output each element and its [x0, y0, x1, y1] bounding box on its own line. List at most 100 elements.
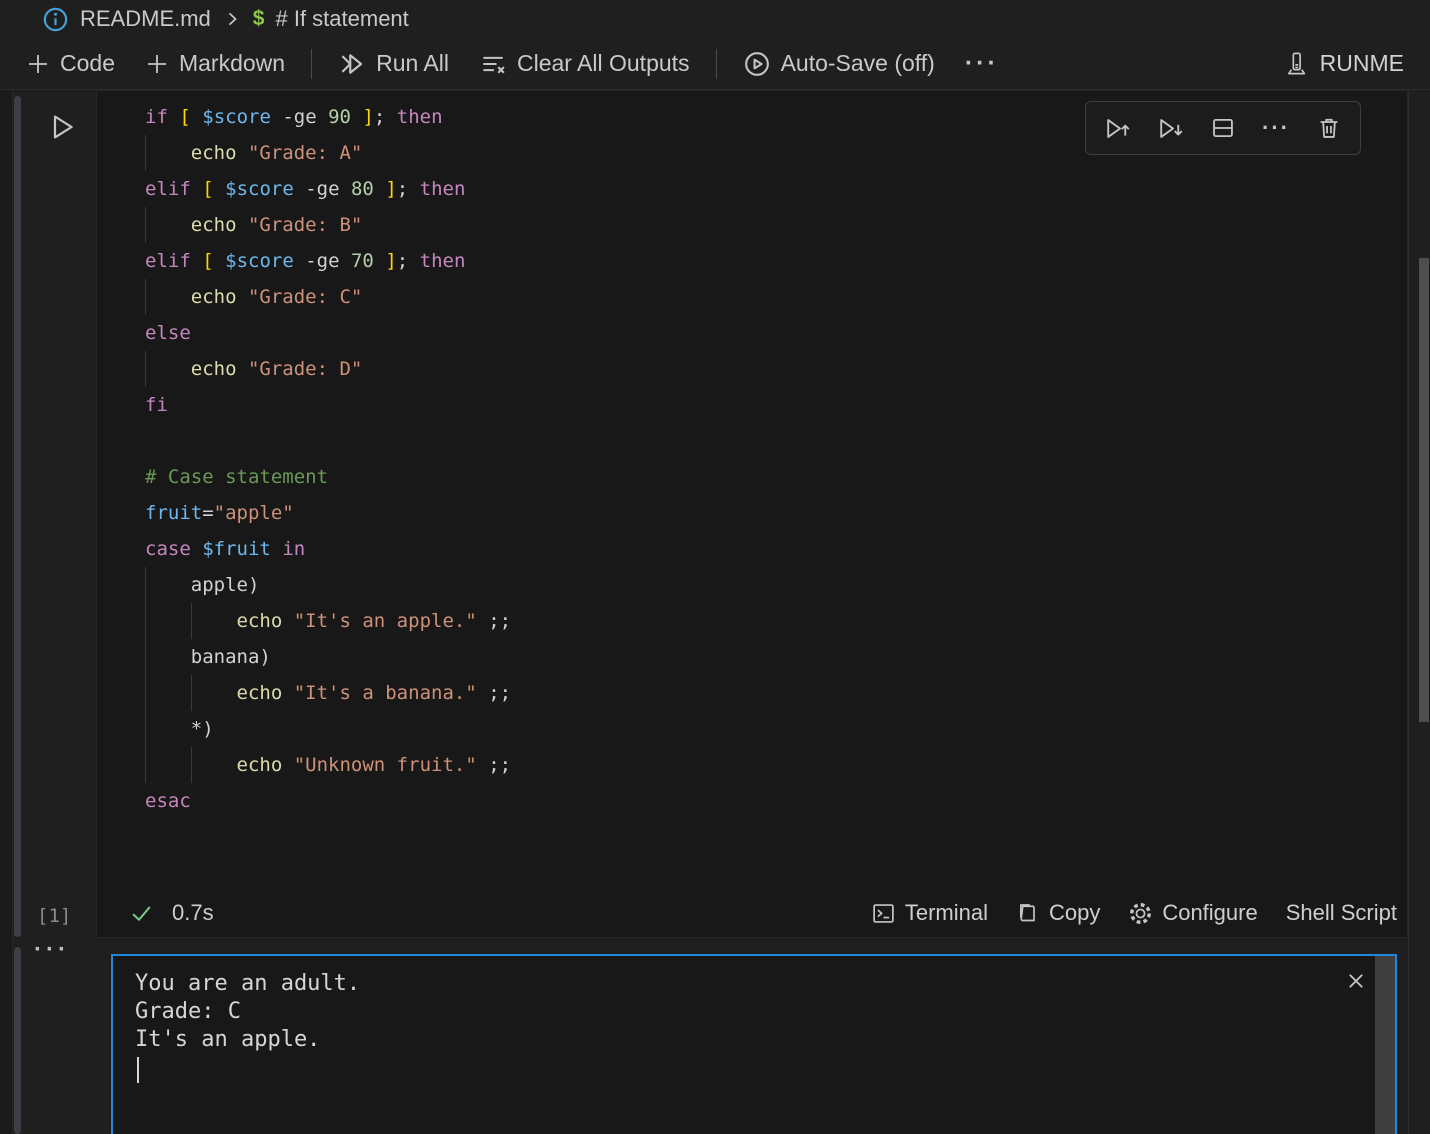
terminal-label: Terminal [905, 900, 988, 926]
execution-count: [1] [37, 896, 71, 936]
terminal-line: You are an adult. [135, 970, 1335, 998]
cell-toolbar: ··· [1085, 101, 1361, 155]
code-line: apple) [145, 567, 1407, 603]
cell-editor-frame: if [ $score -ge 90 ]; then echo "Grade: … [96, 90, 1408, 938]
terminal-lines: You are an adult.Grade: CIt's an apple. [135, 970, 1335, 1054]
code-line [145, 423, 1407, 459]
toolbar-more-button[interactable]: ··· [965, 49, 999, 78]
terminal-output[interactable]: You are an adult.Grade: CIt's an apple. [113, 956, 1395, 1083]
cell-focus-indicator[interactable] [14, 96, 21, 937]
notebook-window: README.md $ # If statement Code Markdown [0, 0, 1430, 1134]
code-line: echo "It's an apple." ;; [145, 603, 1407, 639]
copy-icon [1016, 901, 1040, 925]
indent-guide [145, 603, 146, 639]
toolbar-divider [311, 49, 312, 79]
output-focus-indicator[interactable] [14, 947, 21, 1134]
circle-play-icon [743, 50, 771, 78]
terminal-cursor [137, 1057, 139, 1083]
terminal-line: It's an apple. [135, 1026, 1335, 1054]
run-all-label: Run All [376, 50, 449, 77]
code-line: *) [145, 711, 1407, 747]
indent-guide [191, 603, 192, 639]
runme-button[interactable]: RUNME [1283, 50, 1404, 77]
auto-save-label: Auto-Save (off) [781, 50, 935, 77]
code-line: case $fruit in [145, 531, 1407, 567]
indent-guide [145, 135, 146, 171]
code-line: else [145, 315, 1407, 351]
code-line: # Case statement [145, 459, 1407, 495]
left-rail [0, 90, 13, 1134]
copy-button[interactable]: Copy [1016, 900, 1100, 926]
code-line: esac [145, 783, 1407, 819]
breadcrumb-cell-title[interactable]: # If statement [275, 6, 408, 32]
breadcrumb-file[interactable]: README.md [80, 6, 211, 32]
runme-logo-icon [1283, 50, 1310, 77]
configure-button[interactable]: Configure [1128, 900, 1257, 926]
duration-label: 0.7s [172, 900, 214, 926]
clear-all-outputs-label: Clear All Outputs [517, 50, 690, 77]
play-icon [46, 110, 78, 144]
output-scrollbar[interactable] [1375, 956, 1395, 1134]
language-picker[interactable]: Shell Script [1286, 900, 1397, 926]
code-line: banana) [145, 639, 1407, 675]
code-line: echo "It's a banana." ;; [145, 675, 1407, 711]
editor-edge-line [1408, 90, 1409, 1134]
configure-label: Configure [1162, 900, 1257, 926]
code-line: elif [ $score -ge 70 ]; then [145, 243, 1407, 279]
add-markdown-button[interactable]: Markdown [145, 50, 285, 77]
cell-status-bar: 0.7s Terminal [97, 889, 1407, 937]
code-line: fi [145, 387, 1407, 423]
terminal-icon [871, 901, 896, 926]
auto-save-toggle[interactable]: Auto-Save (off) [743, 50, 935, 78]
run-cell-button[interactable] [46, 110, 78, 149]
run-all-button[interactable]: Run All [338, 50, 449, 78]
language-label: Shell Script [1286, 900, 1397, 926]
run-below-button[interactable] [1157, 115, 1184, 142]
add-code-label: Code [60, 50, 115, 77]
cell-more-button[interactable]: ··· [1262, 115, 1290, 141]
indent-guide [145, 675, 146, 711]
indent-guide [191, 675, 192, 711]
breadcrumb[interactable]: README.md $ # If statement [0, 0, 1430, 38]
terminal-line: Grade: C [135, 998, 1335, 1026]
plus-icon [26, 52, 50, 76]
run-all-icon [338, 50, 366, 78]
code-line: echo "Unknown fruit." ;; [145, 747, 1407, 783]
code-line: echo "Grade: D" [145, 351, 1407, 387]
terminal-button[interactable]: Terminal [871, 900, 988, 926]
indent-guide [191, 747, 192, 783]
success-check-icon [129, 901, 154, 926]
indent-guide [145, 747, 146, 783]
run-above-button[interactable] [1104, 115, 1131, 142]
code-line: echo "Grade: B" [145, 207, 1407, 243]
output-collapse-button[interactable]: ··· [34, 936, 70, 964]
indent-guide [145, 207, 146, 243]
code-line: fruit="apple" [145, 495, 1407, 531]
notebook-toolbar: Code Markdown Run All Clear [0, 38, 1430, 90]
info-icon [42, 6, 69, 33]
indent-guide [145, 711, 146, 747]
editor-scrollbar[interactable] [1419, 258, 1429, 722]
runme-label: RUNME [1320, 50, 1404, 77]
indent-guide [145, 351, 146, 387]
toolbar-divider [716, 49, 717, 79]
notebook-body: [1] ··· if [ $score -ge 90 ]; then echo … [0, 90, 1430, 1134]
close-output-button[interactable] [1345, 970, 1367, 992]
gear-icon [1128, 901, 1153, 926]
code-line: echo "Grade: C" [145, 279, 1407, 315]
delete-cell-button[interactable] [1316, 115, 1342, 141]
clear-all-outputs-button[interactable]: Clear All Outputs [479, 50, 690, 78]
output-box: You are an adult.Grade: CIt's an apple. [111, 954, 1397, 1134]
breadcrumb-shell-symbol: $ [253, 7, 265, 31]
clear-all-icon [479, 50, 507, 78]
add-markdown-label: Markdown [179, 50, 285, 77]
code-editor[interactable]: if [ $score -ge 90 ]; then echo "Grade: … [97, 91, 1407, 819]
indent-guide [145, 279, 146, 315]
chevron-right-icon [222, 9, 242, 29]
copy-label: Copy [1049, 900, 1100, 926]
indent-guide [145, 639, 146, 675]
plus-icon [145, 52, 169, 76]
add-code-button[interactable]: Code [26, 50, 115, 77]
split-cell-button[interactable] [1210, 115, 1236, 141]
code-line: elif [ $score -ge 80 ]; then [145, 171, 1407, 207]
